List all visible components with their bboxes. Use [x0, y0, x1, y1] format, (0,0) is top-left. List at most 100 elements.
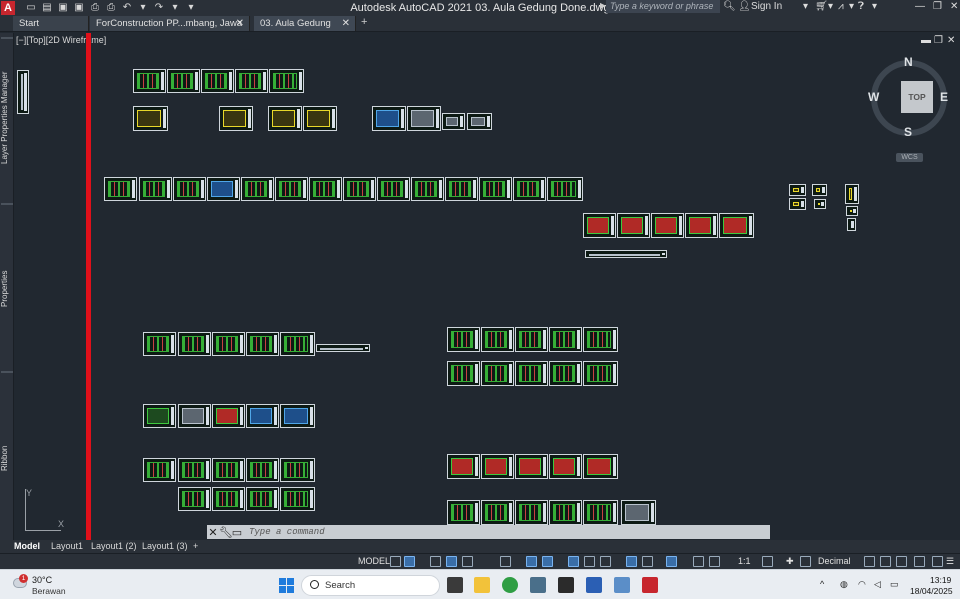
annotation-monitor-icon[interactable]: ✚: [786, 556, 794, 567]
layout-tab-layout1[interactable]: Layout1: [51, 541, 83, 551]
lock-ui-icon[interactable]: [880, 556, 891, 567]
customization-menu-icon[interactable]: ☰: [946, 556, 954, 567]
isolate-objects-icon[interactable]: [896, 556, 907, 567]
store-cart-icon[interactable]: 🛒︎: [815, 1, 828, 12]
layout-tab-model[interactable]: Model: [14, 541, 40, 551]
save-icon[interactable]: ▣: [57, 2, 69, 13]
transparency-icon[interactable]: [584, 556, 595, 567]
compass-north[interactable]: N: [904, 55, 913, 69]
isometric-drafting-icon[interactable]: [500, 556, 511, 567]
wifi-icon[interactable]: ◠: [858, 579, 866, 590]
object-snap-tracking-icon[interactable]: [526, 556, 537, 567]
close-tab-icon[interactable]: ✕: [342, 16, 350, 31]
windows-start-icon[interactable]: [279, 578, 294, 593]
viewport-restore-icon[interactable]: ❐: [934, 35, 943, 46]
viewport-controls[interactable]: [−][Top][2D Wireframe]: [16, 35, 106, 45]
snap-mode-icon[interactable]: [404, 556, 415, 567]
volume-icon[interactable]: ◁: [874, 579, 881, 590]
weather-description[interactable]: Berawan: [32, 586, 66, 596]
object-snap-icon[interactable]: [542, 556, 553, 567]
viewport-minimize-icon[interactable]: ▬: [921, 35, 931, 46]
tab-start[interactable]: Start: [13, 16, 89, 31]
cart-dropdown-icon[interactable]: ▾: [828, 1, 833, 12]
save-as-icon[interactable]: ▣: [73, 2, 85, 13]
tab-aula-gedung[interactable]: 03. Aula Gedung Done* ✕: [254, 16, 356, 44]
help-icon[interactable]: ❓︎: [858, 1, 864, 12]
plot2-icon[interactable]: ⎙: [105, 2, 117, 13]
drawing-viewport[interactable]: [−][Top][2D Wireframe] ▬ ❐ ✕ TOP N S E W…: [14, 33, 960, 540]
app-icon[interactable]: [558, 577, 574, 593]
customize-icon[interactable]: 🔧︎: [219, 526, 233, 539]
redo-icon[interactable]: ↷: [153, 2, 165, 13]
ribbon-tab[interactable]: Ribbon: [0, 378, 14, 538]
sign-in-link[interactable]: Sign In: [751, 1, 782, 12]
palette-grip[interactable]: [1, 371, 13, 373]
help-search-input[interactable]: Type a keyword or phrase: [606, 0, 720, 13]
chrome-icon[interactable]: [502, 577, 518, 593]
ortho-mode-icon[interactable]: [446, 556, 457, 567]
sign-in-dropdown-icon[interactable]: ▾: [803, 1, 808, 12]
tab-forconstruction[interactable]: ForConstruction PP...mbang, Jawa Tengah*…: [90, 16, 250, 44]
autocad-icon[interactable]: [642, 577, 658, 593]
add-layout-icon[interactable]: +: [193, 541, 198, 551]
weather-temperature[interactable]: 30°C: [32, 575, 52, 585]
battery-icon[interactable]: ▭: [890, 579, 899, 590]
recent-commands-icon[interactable]: ▭: [231, 526, 243, 539]
compass-east[interactable]: E: [940, 90, 948, 104]
units-selector[interactable]: Decimal: [818, 556, 851, 566]
app-icon[interactable]: [614, 577, 630, 593]
a360-dropdown-icon[interactable]: ▾: [849, 1, 854, 12]
search-icon[interactable]: 🔍︎: [723, 1, 736, 12]
palette-grip[interactable]: [1, 203, 13, 205]
viewport-close-icon[interactable]: ✕: [947, 35, 955, 46]
command-input[interactable]: Type a command: [249, 527, 325, 537]
new-tab-icon[interactable]: +: [361, 16, 367, 28]
dynamic-ucs-icon[interactable]: [642, 556, 653, 567]
app-icon[interactable]: [530, 577, 546, 593]
auto-scale-icon[interactable]: [709, 556, 720, 567]
word-icon[interactable]: [586, 577, 602, 593]
annotation-visibility-icon[interactable]: [693, 556, 704, 567]
close-tab-icon[interactable]: ✕: [236, 16, 244, 31]
lineweight-icon[interactable]: [568, 556, 579, 567]
help-dropdown-icon[interactable]: ▾: [872, 1, 877, 12]
open-folder-icon[interactable]: ▤: [41, 2, 53, 13]
taskbar-search[interactable]: Search: [301, 575, 440, 596]
compass-south[interactable]: S: [904, 125, 912, 139]
polar-tracking-icon[interactable]: [462, 556, 473, 567]
show-hidden-icons-icon[interactable]: ^: [820, 579, 824, 589]
palette-grip[interactable]: [1, 37, 13, 39]
restore-window-icon[interactable]: ❐: [933, 1, 942, 12]
clock-date[interactable]: 18/04/2025: [910, 586, 953, 596]
3d-osnap-icon[interactable]: [626, 556, 637, 567]
minimize-window-icon[interactable]: —: [915, 1, 925, 12]
close-command-line-icon[interactable]: ✕: [207, 526, 219, 539]
autodesk-a360-icon[interactable]: ⩘: [838, 1, 844, 12]
wcs-menu[interactable]: WCS: [896, 153, 923, 162]
viewcube-top-face[interactable]: TOP: [901, 81, 933, 113]
layout-tab-layout1-2[interactable]: Layout1 (2): [91, 541, 137, 551]
annotation-scale[interactable]: 1:1: [738, 556, 751, 566]
close-window-icon[interactable]: ✕: [950, 1, 958, 12]
layout-tab-layout1-3[interactable]: Layout1 (3): [142, 541, 188, 551]
clean-screen-icon[interactable]: [932, 556, 943, 567]
new-file-icon[interactable]: ▭: [25, 2, 37, 13]
undo-dropdown-icon[interactable]: ▾: [137, 2, 149, 13]
selection-filter-icon[interactable]: [666, 556, 677, 567]
customize-qat-icon[interactable]: ▾: [185, 2, 197, 13]
layer-properties-manager-tab[interactable]: Layer Properties Manager: [0, 43, 14, 193]
workspace-gear-icon[interactable]: [762, 556, 773, 567]
compass-west[interactable]: W: [868, 90, 879, 104]
redo-dropdown-icon[interactable]: ▾: [169, 2, 181, 13]
task-view-icon[interactable]: [447, 577, 463, 593]
clock-time[interactable]: 13:19: [930, 575, 951, 585]
file-explorer-icon[interactable]: [474, 577, 490, 593]
infer-constraints-icon[interactable]: [430, 556, 441, 567]
autocad-logo-icon[interactable]: A: [1, 0, 15, 15]
grid-icon[interactable]: [390, 556, 401, 567]
graphics-performance-icon[interactable]: [914, 556, 925, 567]
plot-icon[interactable]: ⎙: [89, 2, 101, 13]
undo-icon[interactable]: ↶: [121, 2, 133, 13]
selection-cycling-icon[interactable]: [600, 556, 611, 567]
quick-properties-icon[interactable]: [864, 556, 875, 567]
